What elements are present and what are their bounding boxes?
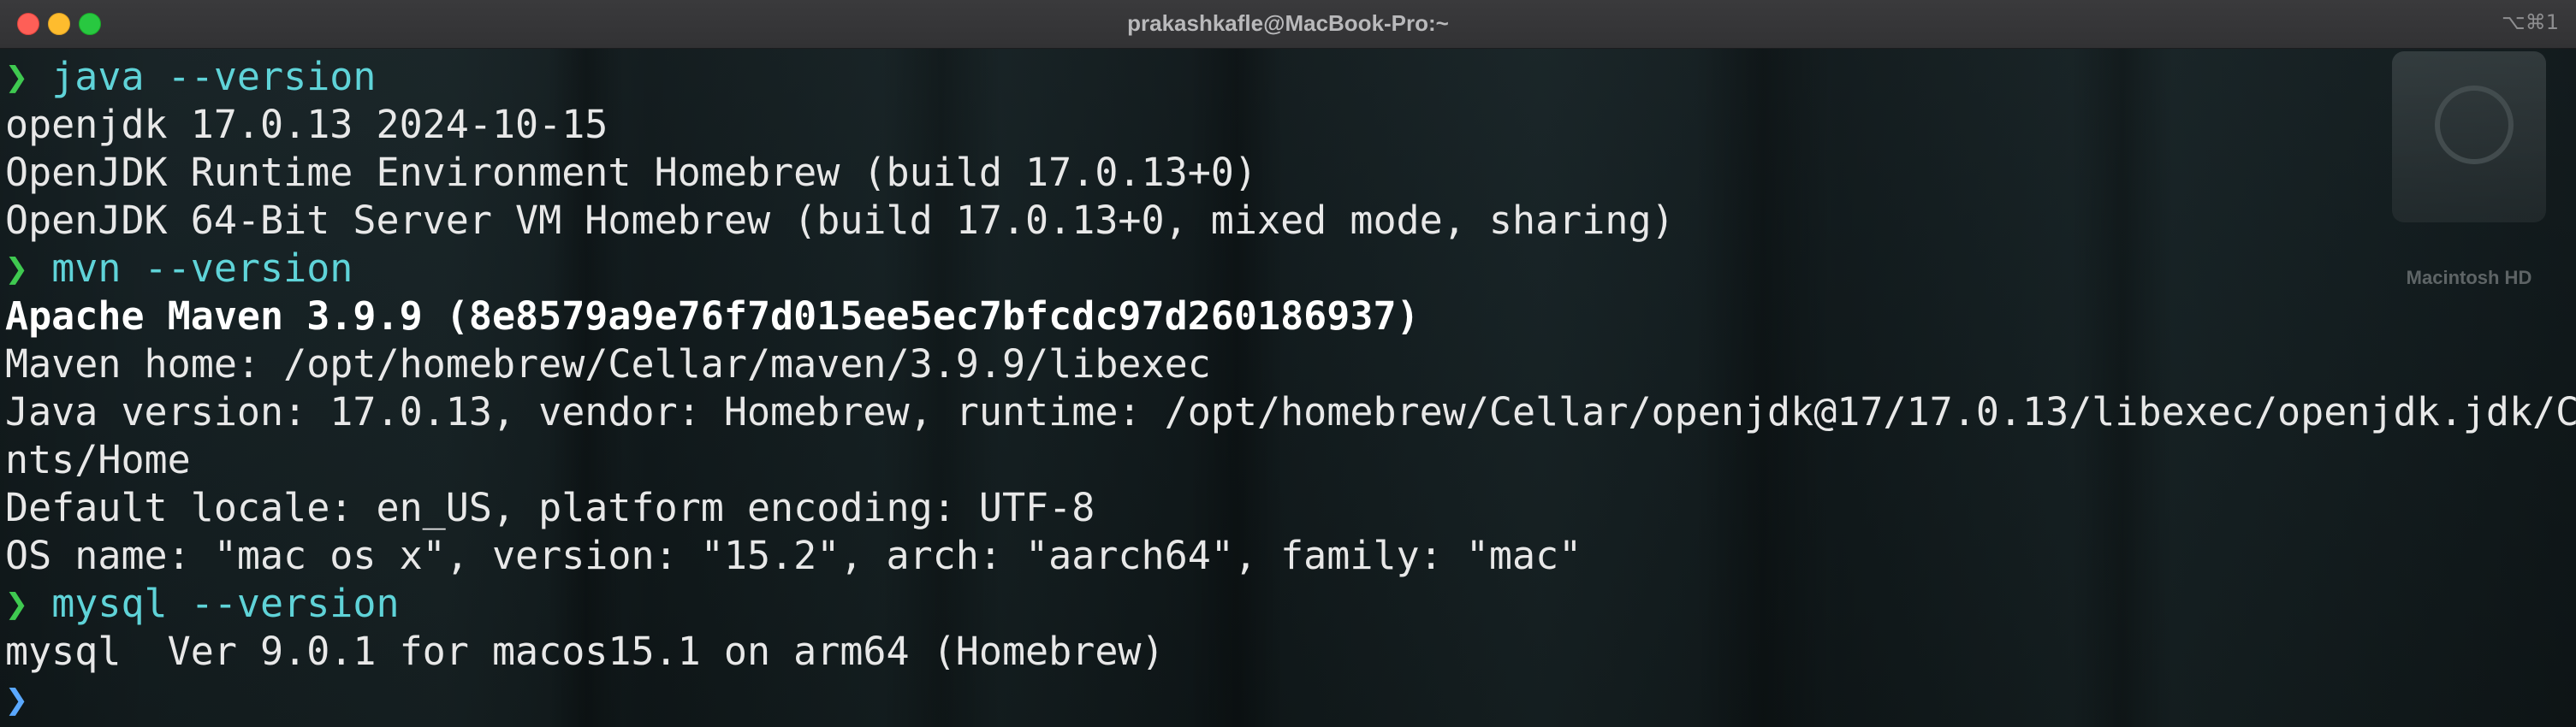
output-line: openjdk 17.0.13 2024-10-15: [0, 101, 2576, 149]
prompt-symbol: ❯: [5, 677, 29, 722]
command-text: mvn --version: [51, 245, 353, 291]
command-line: ❯ mysql --version: [0, 580, 2576, 628]
command-line: ❯ java --version: [0, 53, 2576, 101]
terminal-window: Macintosh HD prakashkafle@MacBook-Pro:~ …: [0, 0, 2576, 727]
output-line: Java version: 17.0.13, vendor: Homebrew,…: [0, 388, 2576, 436]
output-line: OS name: "mac os x", version: "15.2", ar…: [0, 532, 2576, 580]
output-line: mysql Ver 9.0.1 for macos15.1 on arm64 (…: [0, 628, 2576, 676]
output-line: Apache Maven 3.9.9 (8e8579a9e76f7d015ee5…: [0, 293, 2576, 340]
prompt-symbol: ❯: [5, 245, 29, 291]
terminal-output[interactable]: ❯ java --version openjdk 17.0.13 2024-10-…: [0, 53, 2576, 724]
output-text: OpenJDK Runtime Environment Homebrew (bu…: [5, 150, 1257, 195]
output-text: OS name: "mac os x", version: "15.2", ar…: [5, 533, 1582, 578]
command-text: mysql --version: [51, 581, 400, 626]
prompt-symbol: ❯: [5, 581, 29, 626]
output-line: OpenJDK 64-Bit Server VM Homebrew (build…: [0, 197, 2576, 245]
output-text: mysql Ver 9.0.1 for macos15.1 on arm64 (…: [5, 629, 1165, 674]
command-text: java --version: [51, 54, 377, 99]
output-line: Maven home: /opt/homebrew/Cellar/maven/3…: [0, 340, 2576, 388]
window-shortcut: ⌥⌘1: [2502, 10, 2559, 34]
output-text: Apache Maven 3.9.9 (8e8579a9e76f7d015ee5…: [5, 293, 1420, 339]
output-line: nts/Home: [0, 436, 2576, 484]
output-text: OpenJDK 64-Bit Server VM Homebrew (build…: [5, 198, 1675, 243]
active-prompt-line: ❯: [0, 676, 2576, 724]
title-bar[interactable]: prakashkafle@MacBook-Pro:~ ⌥⌘1: [0, 0, 2576, 49]
output-text: Maven home: /opt/homebrew/Cellar/maven/3…: [5, 341, 1211, 387]
prompt-symbol: ❯: [5, 54, 29, 99]
command-line: ❯ mvn --version: [0, 245, 2576, 293]
output-text: Java version: 17.0.13, vendor: Homebrew,…: [5, 389, 2576, 434]
output-text: nts/Home: [5, 437, 191, 482]
output-line: OpenJDK Runtime Environment Homebrew (bu…: [0, 149, 2576, 197]
window-title: prakashkafle@MacBook-Pro:~: [1127, 10, 1449, 36]
output-line: Default locale: en_US, platform encoding…: [0, 484, 2576, 532]
output-text: openjdk 17.0.13 2024-10-15: [5, 102, 608, 147]
output-text: Default locale: en_US, platform encoding…: [5, 485, 1095, 530]
